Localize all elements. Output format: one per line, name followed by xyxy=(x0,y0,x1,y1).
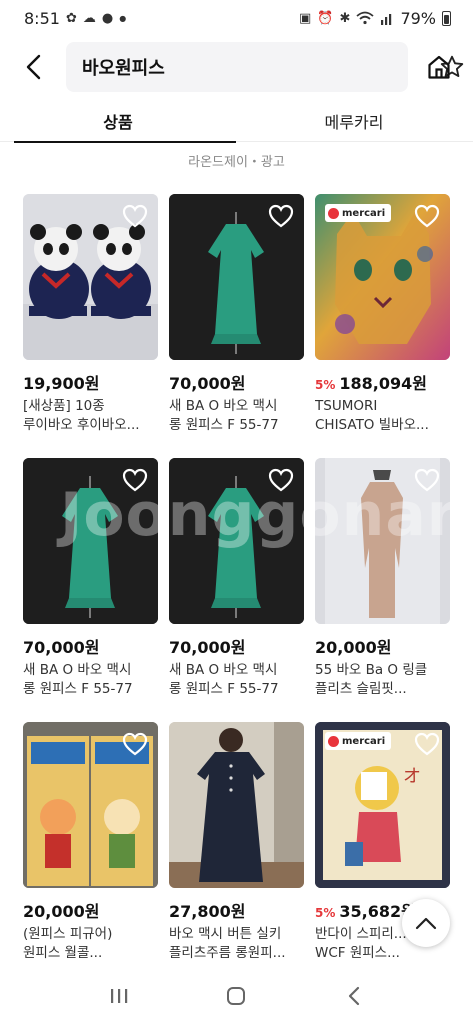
mercari-badge: mercari xyxy=(325,204,392,222)
product-title: 바오 맥시 버튼 실키 플리츠주름 롱원피... xyxy=(169,926,286,961)
recent-apps-icon xyxy=(110,989,128,1003)
status-bar: 8:51 ✿ ☁ ● ● ▣ ⏰ ✱ 79% xyxy=(0,0,473,36)
status-time: 8:51 xyxy=(24,8,60,28)
discount-badge: 5% xyxy=(315,378,336,392)
heart-icon[interactable] xyxy=(268,468,294,492)
search-query-text: 바오원피스 xyxy=(82,58,165,79)
product-title: (원피스 피규어) 원피스 월콜... xyxy=(23,926,113,961)
svg-text:オ: オ xyxy=(403,766,421,787)
chevron-up-icon xyxy=(415,917,437,930)
scroll-to-top-button[interactable] xyxy=(402,899,450,947)
product-image xyxy=(169,194,304,360)
mercari-logo-icon xyxy=(328,207,339,219)
dot-icon: ● xyxy=(119,13,127,23)
screen-record-icon: ▣ xyxy=(299,10,312,26)
fan-icon: ✿ xyxy=(65,10,77,26)
home-icon xyxy=(428,55,450,79)
system-nav-bar xyxy=(0,968,473,1024)
product-title: 새 BA O 바오 맥시 롱 원피스 F 55-77 xyxy=(23,662,133,697)
product-price: 70,000원 xyxy=(169,638,246,657)
product-image: オ mercari xyxy=(315,722,450,888)
wifi-icon xyxy=(356,11,375,25)
product-price: 20,000원 xyxy=(23,902,100,921)
product-price: 188,094원 xyxy=(339,374,427,393)
ad-label: 라온드제이・광고 xyxy=(188,155,285,170)
recent-apps-button[interactable] xyxy=(89,974,149,1018)
product-image xyxy=(23,194,158,360)
heart-icon[interactable] xyxy=(122,468,148,492)
heart-icon[interactable] xyxy=(122,204,148,228)
battery-icon xyxy=(442,10,451,26)
back-button[interactable] xyxy=(8,41,60,93)
heart-icon[interactable] xyxy=(268,204,294,228)
product-price: 20,000원 xyxy=(315,638,392,657)
product-image xyxy=(169,458,304,624)
product-image xyxy=(169,722,304,888)
search-header: 바오원피스 xyxy=(0,40,473,94)
product-title: [새상품] 10종 루이바오 후이바오... xyxy=(23,398,140,433)
product-image xyxy=(23,722,158,888)
heart-icon[interactable] xyxy=(414,204,440,228)
mercari-badge: mercari xyxy=(325,732,392,750)
product-image xyxy=(23,458,158,624)
back-arrow-icon xyxy=(349,986,360,1006)
product-price: 27,800원 xyxy=(169,902,246,921)
mercari-logo-icon xyxy=(328,735,339,747)
tab-products[interactable]: 상품 xyxy=(0,100,236,143)
home-circle-icon xyxy=(227,987,246,1005)
chat-icon: ● xyxy=(101,10,114,26)
product-image xyxy=(315,458,450,624)
battery-percent: 79% xyxy=(400,8,436,28)
tab-bar: 상품 메루카리 xyxy=(0,100,473,143)
product-title: 새 BA O 바오 맥시 롱 원피스 F 55-77 xyxy=(169,662,279,697)
back-nav-button[interactable] xyxy=(324,974,384,1018)
discount-badge: 5% xyxy=(315,906,336,920)
product-title: TSUMORI CHISATO 빌바오... xyxy=(315,398,429,433)
cloud-icon: ☁ xyxy=(82,10,96,26)
home-button[interactable] xyxy=(418,44,460,90)
heart-icon[interactable] xyxy=(414,732,440,756)
product-price: 70,000원 xyxy=(23,638,100,657)
heart-icon[interactable] xyxy=(414,468,440,492)
product-price: 70,000원 xyxy=(169,374,246,393)
product-price: 19,900원 xyxy=(23,374,100,393)
product-title: 새 BA O 바오 맥시 롱 원피스 F 55-77 xyxy=(169,398,279,433)
search-input[interactable]: 바오원피스 xyxy=(66,42,464,92)
heart-icon[interactable] xyxy=(122,732,148,756)
home-nav-button[interactable] xyxy=(206,974,266,1018)
alarm-icon: ⏰ xyxy=(317,10,334,26)
product-image: mercari xyxy=(315,194,450,360)
signal-icon xyxy=(381,14,392,25)
product-title: 55 바오 Ba O 링클 플리츠 슬림핏... xyxy=(315,662,428,697)
tab-mercari[interactable]: 메루카리 xyxy=(236,100,472,142)
chevron-left-icon xyxy=(26,54,41,80)
bluetooth-icon: ✱ xyxy=(339,10,351,26)
